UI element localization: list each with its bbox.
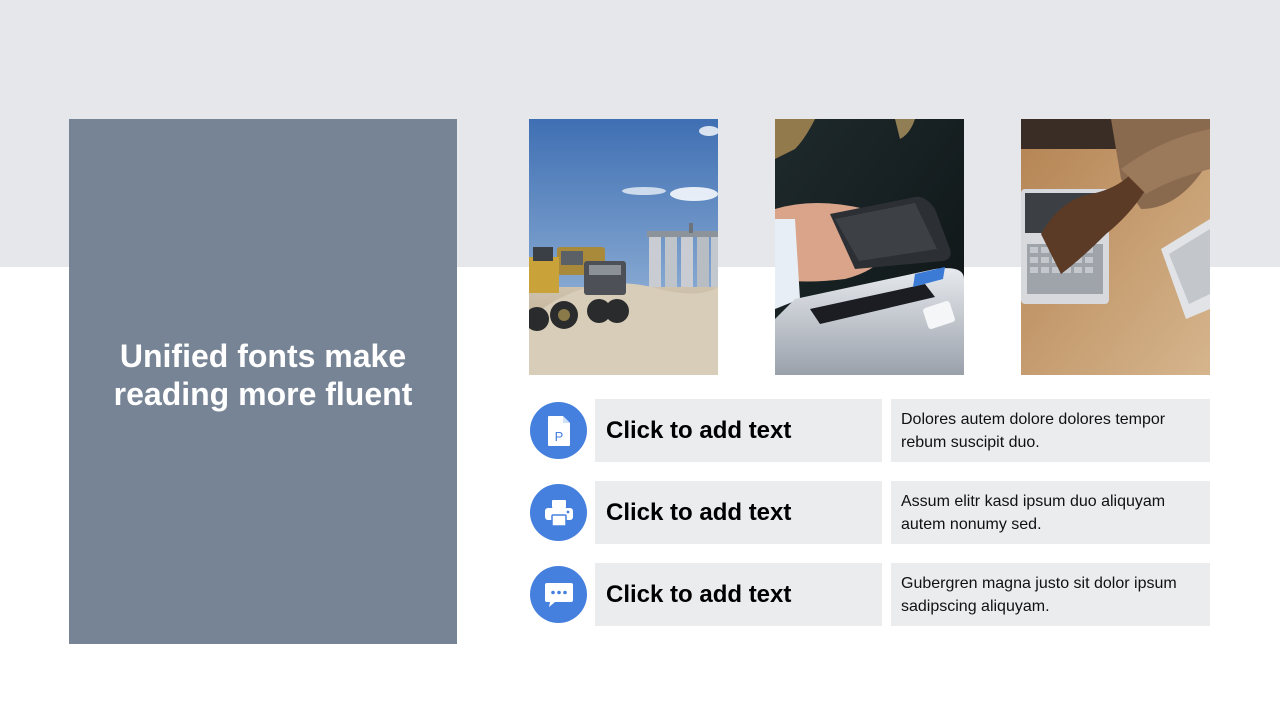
- document-icon: P: [530, 402, 587, 459]
- chat-bubble-icon: [530, 566, 587, 623]
- printer-icon: [530, 484, 587, 541]
- item-description-box[interactable]: Gubergren magna justo sit dolor ipsum sa…: [891, 563, 1210, 626]
- svg-text:P: P: [554, 429, 563, 444]
- item-row-1: P Click to add text Dolores autem dolore…: [529, 399, 1210, 462]
- construction-image: [529, 119, 718, 375]
- item-description: Dolores autem dolore dolores tempor rebu…: [901, 410, 1166, 451]
- photo-payment-terminal: [775, 119, 964, 375]
- item-description: Assum elitr kasd ipsum duo aliquyam aute…: [901, 492, 1166, 533]
- photo-construction: [529, 119, 718, 375]
- item-description: Gubergren magna justo sit dolor ipsum sa…: [901, 574, 1177, 615]
- item-description-box[interactable]: Dolores autem dolore dolores tempor rebu…: [891, 399, 1210, 462]
- item-title: Click to add text: [606, 416, 792, 444]
- item-row-2: Click to add text Assum elitr kasd ipsum…: [529, 481, 1210, 544]
- item-title: Click to add text: [606, 498, 792, 526]
- item-title-box[interactable]: Click to add text: [595, 481, 882, 544]
- item-title-box[interactable]: Click to add text: [595, 563, 882, 626]
- photo-laptop: [1021, 119, 1210, 375]
- payment-terminal-image: [775, 119, 964, 375]
- item-title: Click to add text: [606, 580, 792, 608]
- item-description-box[interactable]: Assum elitr kasd ipsum duo aliquyam aute…: [891, 481, 1210, 544]
- laptop-image: [1021, 119, 1210, 375]
- item-row-3: Click to add text Gubergren magna justo …: [529, 563, 1210, 626]
- slide-title[interactable]: Unified fonts make reading more fluent: [93, 337, 433, 413]
- item-title-box[interactable]: Click to add text: [595, 399, 882, 462]
- title-panel: Unified fonts make reading more fluent: [69, 119, 457, 644]
